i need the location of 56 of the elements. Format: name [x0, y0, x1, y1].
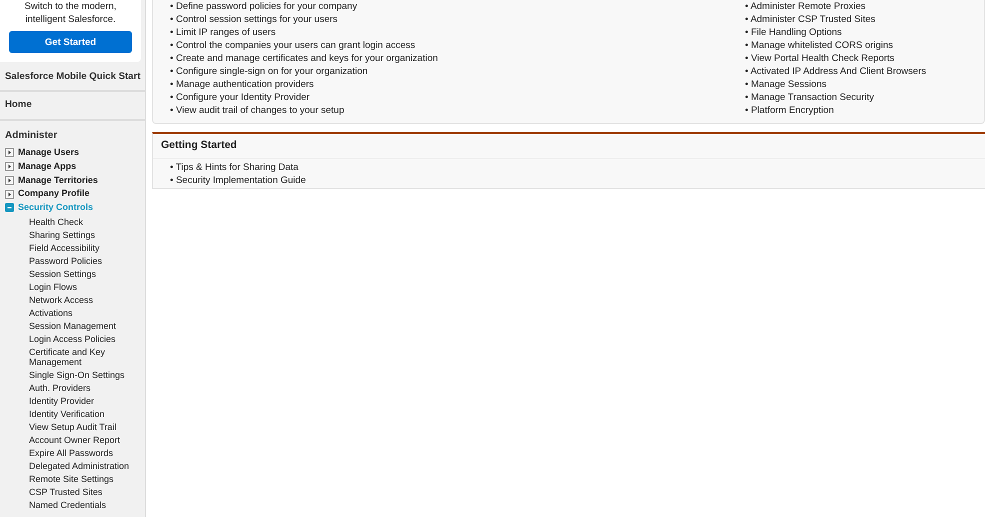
overview-link[interactable]: • Administer CSP Trusted Sites	[745, 13, 926, 26]
sidebar-item[interactable]: Manage Territories	[18, 174, 98, 188]
overview-link[interactable]: • Control session settings for your users	[170, 13, 745, 26]
sidebar-subitem[interactable]: Single Sign-On Settings	[0, 368, 145, 382]
sidebar-subitem[interactable]: Remote Site Settings	[0, 472, 145, 486]
overview-link[interactable]: • Manage whitelisted CORS origins	[745, 39, 926, 52]
sidebar-item[interactable]: Company Profile	[18, 187, 90, 201]
overview-link[interactable]: • File Handling Options	[745, 26, 926, 39]
sidebar-item[interactable]: Manage Users	[18, 146, 80, 160]
get-started-button[interactable]: Get Started	[9, 31, 132, 53]
sidebar-subitem[interactable]: Login Flows	[0, 280, 145, 294]
overview-link[interactable]: • Configure your Identity Provider	[170, 91, 745, 104]
sidebar-subitem[interactable]: Account Owner Report	[0, 434, 145, 447]
sidebar-subitem[interactable]: Delegated Administration	[0, 460, 145, 473]
overview-link[interactable]: • View Portal Health Check Reports	[745, 52, 926, 65]
overview-link[interactable]: • Platform Encryption	[745, 104, 926, 117]
overview-link[interactable]: • Manage Sessions	[745, 78, 926, 91]
sidebar-subitem[interactable]: Expire All Passwords	[0, 446, 145, 460]
sidebar-subitem[interactable]: Session Management	[0, 320, 145, 333]
section-heading: Administer	[4, 128, 58, 143]
sidebar-subitem[interactable]: Auth. Providers	[0, 382, 145, 395]
promo-text: Switch to the modern, intelligent Salesforce.	[24, 0, 118, 26]
sidebar-subitem[interactable]: Activations	[0, 306, 145, 320]
overview-link[interactable]: • Create and manage certificates and keys for your organization	[170, 52, 745, 65]
collapse-icon[interactable]	[5, 203, 14, 212]
overview-link[interactable]: • Administer Remote Proxies	[745, 0, 926, 13]
guide-link[interactable]: • Tips & Hints for Sharing Data	[170, 160, 985, 174]
sidebar-subitem[interactable]: Certificate and Key Management	[0, 346, 145, 369]
sidebar-subitem[interactable]: Login Access Policies	[0, 332, 145, 346]
sidebar-subitem[interactable]: Health Check	[0, 216, 145, 229]
sidebar-item[interactable]: Manage Apps	[18, 160, 76, 174]
overview-link[interactable]: • Manage authentication providers	[170, 78, 745, 91]
sidebar-subitem[interactable]: Password Policies	[0, 254, 145, 268]
sidebar-link[interactable]: Salesforce Mobile Quick Start	[0, 64, 145, 92]
sidebar-subitem[interactable]: Sharing Settings	[0, 228, 145, 242]
expand-icon[interactable]	[5, 162, 14, 171]
expand-icon[interactable]	[5, 190, 14, 199]
overview-link[interactable]: • Activated IP Address And Client Browsers	[745, 65, 926, 78]
expand-icon[interactable]	[5, 176, 14, 185]
sidebar-subitem[interactable]: Named Credentials	[0, 498, 145, 512]
sidebar-subitem[interactable]: Network Access	[0, 294, 145, 307]
overview-link[interactable]: • Control the companies your users can grant login access	[170, 39, 745, 52]
sidebar-subitem[interactable]: Field Accessibility	[0, 242, 145, 255]
sidebar-subitem[interactable]: CSP Trusted Sites	[0, 486, 145, 499]
sidebar-subitem[interactable]: Identity Verification	[0, 408, 145, 421]
overview-link[interactable]: • Limit IP ranges of users	[170, 26, 745, 39]
overview-link[interactable]: • Define password policies for your company	[170, 0, 745, 13]
expand-icon[interactable]	[5, 148, 14, 158]
sidebar-subitem[interactable]: Identity Provider	[0, 394, 145, 408]
overview-link[interactable]: • View audit trail of changes to your setup	[170, 104, 745, 117]
sidebar-link[interactable]: Home	[0, 92, 145, 121]
sidebar-subitem[interactable]: View Setup Audit Trail	[0, 420, 145, 434]
overview-link[interactable]: • Configure single-sign on for your organization	[170, 65, 745, 78]
sidebar-subitem[interactable]: Session Settings	[0, 268, 145, 281]
guide-link[interactable]: • Security Implementation Guide	[170, 174, 985, 187]
overview-link[interactable]: • Manage Transaction Security	[745, 91, 926, 104]
